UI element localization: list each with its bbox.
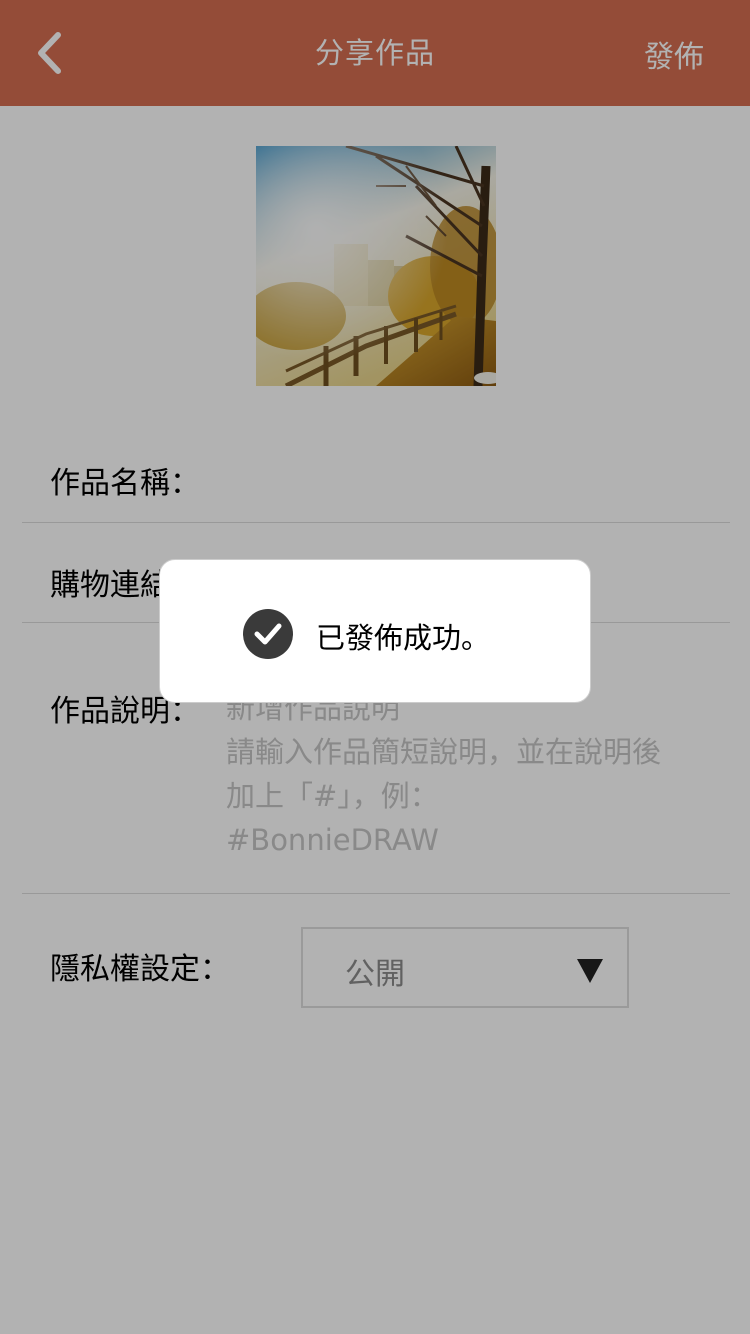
success-toast: 已發佈成功。 xyxy=(159,559,591,703)
check-circle-icon xyxy=(243,609,293,659)
toast-message: 已發佈成功。 xyxy=(316,621,491,655)
